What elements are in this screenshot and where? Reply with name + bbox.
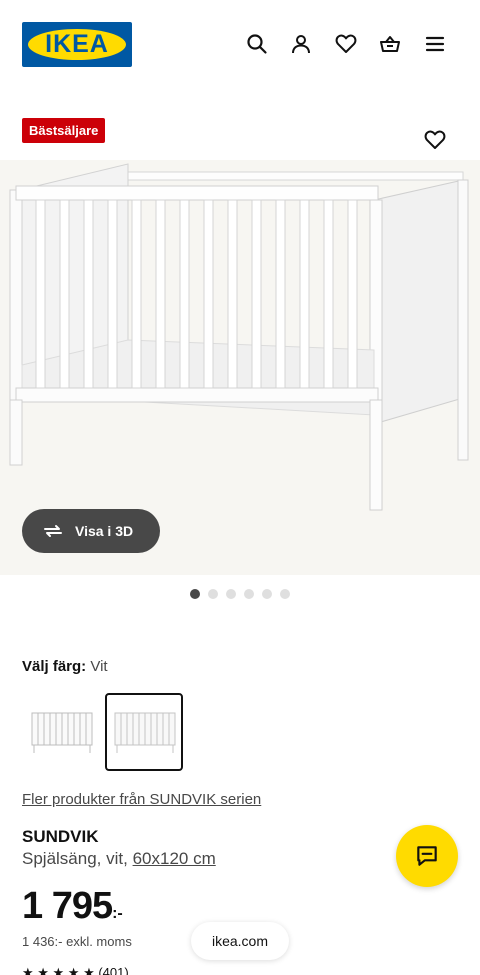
bestseller-badge: Bästsäljare — [22, 118, 106, 143]
pager-dot[interactable] — [244, 589, 254, 599]
product-name: SUNDVIK — [22, 827, 99, 846]
chat-button[interactable] — [396, 825, 458, 887]
price-suffix: :- — [112, 905, 123, 922]
color-swatch-selected[interactable] — [105, 693, 183, 771]
view-3d-button[interactable]: Visa i 3D — [22, 509, 160, 553]
browser-url-bar[interactable]: ikea.com — [191, 922, 289, 960]
swatch-crib-thumbnail — [31, 712, 93, 753]
price: 1 795:- — [22, 884, 123, 936]
ikea-logo[interactable]: IKEA — [22, 22, 132, 67]
pager-dot[interactable] — [262, 589, 272, 599]
pager-dot[interactable] — [208, 589, 218, 599]
pager-dot[interactable] — [280, 589, 290, 599]
rating-count: (401) — [98, 965, 129, 975]
product-type: Spjälsäng, vit, — [22, 849, 128, 868]
color-value: Vit — [90, 658, 108, 675]
heart-icon[interactable] — [334, 32, 358, 56]
rating[interactable]: ★ ★ ★ ★ ★ (401) — [22, 965, 129, 975]
menu-icon[interactable] — [423, 32, 447, 56]
color-label-text: Välj färg: — [22, 658, 87, 675]
user-icon[interactable] — [289, 32, 313, 56]
search-icon[interactable] — [245, 32, 269, 56]
pager-dot[interactable] — [226, 589, 236, 599]
favorite-heart-icon[interactable] — [423, 128, 447, 152]
pager-dot[interactable] — [190, 589, 200, 599]
logo-text: IKEA — [45, 30, 109, 58]
color-swatch-option[interactable] — [22, 693, 100, 771]
product-description: Spjälsäng, vit, 60x120 cm — [22, 849, 216, 869]
basket-icon[interactable] — [378, 32, 402, 56]
price-exkl-vat: 1 436:- exkl. moms — [22, 934, 132, 949]
header: IKEA — [0, 0, 480, 90]
product-size-link[interactable]: 60x120 cm — [133, 849, 216, 868]
swatch-crib-thumbnail — [114, 712, 176, 753]
image-pager — [190, 589, 290, 599]
series-link[interactable]: Fler produkter från SUNDVIK serien — [22, 791, 261, 808]
view-3d-label: Visa i 3D — [75, 523, 134, 539]
price-main: 1 795 — [22, 885, 113, 927]
chat-icon — [417, 846, 437, 866]
color-selector-label: Välj färg: Vit — [22, 658, 108, 675]
rating-stars-icon: ★ ★ ★ ★ ★ — [22, 965, 95, 975]
rotate-3d-icon — [44, 525, 62, 537]
